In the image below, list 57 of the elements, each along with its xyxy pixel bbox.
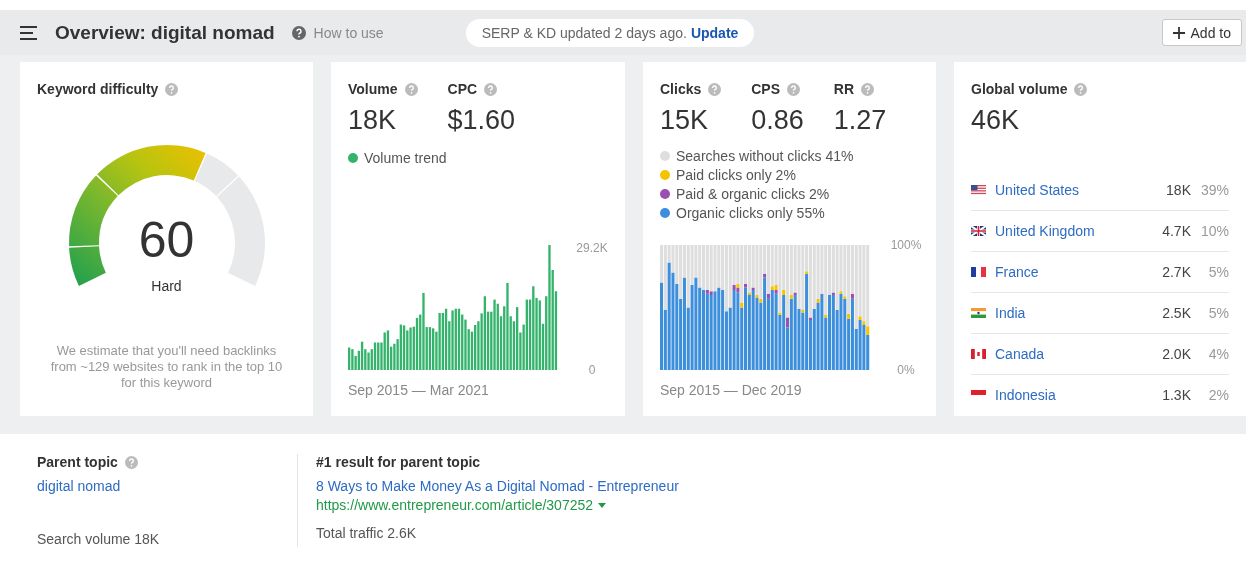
how-to-use-link[interactable]: How to use bbox=[313, 24, 384, 41]
country-share: 39% bbox=[1199, 182, 1229, 198]
country-link[interactable]: United Kingdom bbox=[995, 223, 1095, 239]
country-link[interactable]: India bbox=[995, 305, 1026, 321]
country-volume: 1.3K bbox=[1162, 387, 1191, 403]
metric-label: CPS bbox=[751, 81, 781, 97]
chart-period: Sep 2015 — Dec 2019 bbox=[660, 382, 802, 398]
metric-label: Volume bbox=[348, 81, 398, 97]
card-title: Global volume bbox=[971, 81, 1068, 97]
country-share: 2% bbox=[1207, 387, 1229, 403]
legend-label: Searches without clicks 41% bbox=[676, 148, 854, 164]
page-title: Overview: digital nomad bbox=[55, 21, 275, 44]
legend-label: Paid clicks only 2% bbox=[676, 167, 796, 183]
country-link[interactable]: United States bbox=[995, 182, 1080, 198]
result-title-link[interactable]: 8 Ways to Make Money As a Digital Nomad - Entrepreneur bbox=[316, 478, 679, 494]
country-volume: 4.7K bbox=[1162, 223, 1191, 239]
global-volume-value: 46K bbox=[971, 105, 1020, 136]
axis-tick-label: 100% bbox=[890, 238, 922, 252]
search-volume: Search volume 18K bbox=[37, 531, 160, 547]
country-share: 5% bbox=[1207, 264, 1229, 280]
legend-label: Organic clicks only 55% bbox=[676, 205, 825, 221]
card-title: Keyword difficulty bbox=[37, 81, 159, 97]
country-link[interactable]: France bbox=[995, 264, 1039, 280]
result-url-link[interactable]: https://www.entrepreneur.com/article/307252 bbox=[316, 497, 594, 513]
difficulty-note: We estimate that you'll need backlinks from ~129 websites to rank in the top 10 for this keyword bbox=[49, 343, 284, 391]
country-volume: 2.0K bbox=[1162, 346, 1191, 362]
total-traffic: Total traffic 2.6K bbox=[316, 525, 417, 541]
legend-label: Volume trend bbox=[364, 150, 447, 166]
difficulty-score: 60 bbox=[138, 215, 195, 265]
difficulty-rating: Hard bbox=[151, 278, 182, 294]
parent-topic-link[interactable]: digital nomad bbox=[37, 478, 121, 494]
top-result-label: #1 result for parent topic bbox=[316, 454, 481, 470]
add-to-button[interactable]: Add to bbox=[1161, 19, 1242, 46]
country-volume: 2.7K bbox=[1162, 264, 1191, 280]
metric-label: RR bbox=[833, 81, 855, 97]
chart-period: Sep 2015 — Mar 2021 bbox=[348, 382, 489, 398]
metric-label: Clicks bbox=[660, 81, 702, 97]
metric-label: CPC bbox=[447, 81, 478, 97]
country-link[interactable]: Canada bbox=[995, 346, 1045, 362]
metric-value: 1.27 bbox=[833, 105, 887, 136]
country-volume: 18K bbox=[1166, 182, 1191, 198]
metric-value: 15K bbox=[660, 105, 709, 136]
notice-text: SERP & KD updated 2 days ago. bbox=[481, 24, 687, 41]
legend-label: Paid & organic clicks 2% bbox=[676, 186, 830, 202]
update-link[interactable]: Update bbox=[690, 24, 739, 41]
parent-topic-label: Parent topic bbox=[37, 454, 118, 470]
metric-value: 18K bbox=[348, 105, 397, 136]
country-volume: 2.5K bbox=[1162, 305, 1191, 321]
axis-tick-label: 29.2K bbox=[576, 241, 608, 256]
country-share: 5% bbox=[1207, 305, 1229, 321]
axis-tick-label: 0% bbox=[897, 363, 915, 374]
metric-value: 0.86 bbox=[751, 105, 804, 136]
country-link[interactable]: Indonesia bbox=[995, 387, 1056, 403]
axis-tick-label: 0 bbox=[588, 363, 596, 374]
country-share: 10% bbox=[1199, 223, 1229, 239]
country-share: 4% bbox=[1207, 346, 1229, 362]
metric-value: $1.60 bbox=[447, 105, 516, 136]
